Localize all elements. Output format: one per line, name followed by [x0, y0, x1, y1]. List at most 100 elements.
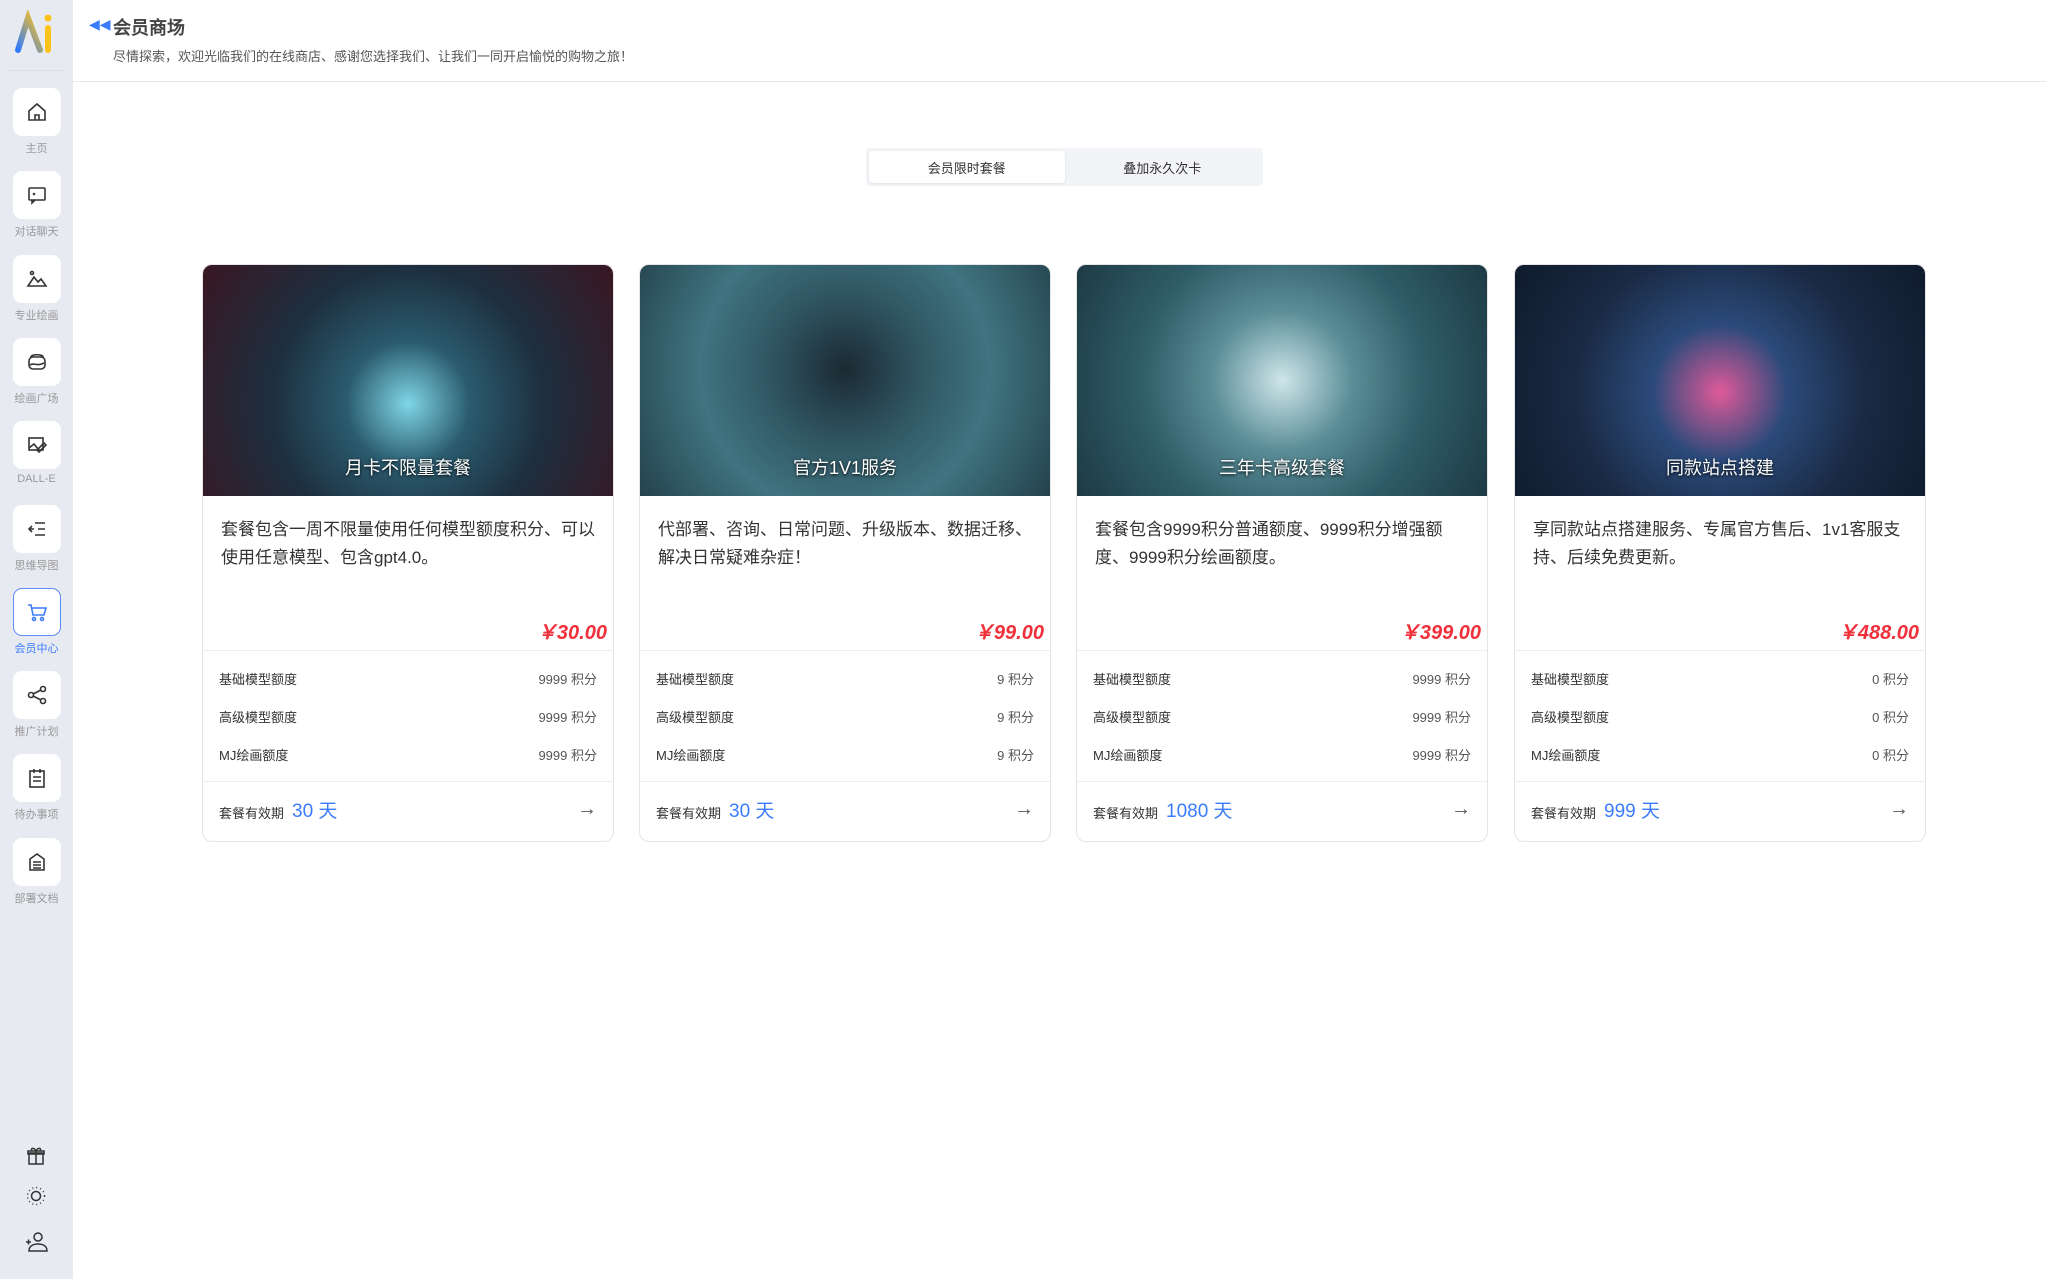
- sidebar-item-clipboard[interactable]: 待办事项: [0, 754, 73, 822]
- plan-description: 代部署、咨询、日常问题、升级版本、数据迁移、解决日常疑难杂症！: [658, 520, 1032, 567]
- sidebar-item-button[interactable]: [12, 88, 61, 136]
- chat-icon: [27, 187, 46, 206]
- user-add-icon[interactable]: [24, 1230, 48, 1254]
- mountain-icon: [26, 270, 48, 287]
- plan-card[interactable]: 官方1V1服务 代部署、咨询、日常问题、升级版本、数据迁移、解决日常疑难杂症！ …: [639, 264, 1051, 842]
- arrow-right-icon[interactable]: →: [1451, 798, 1471, 821]
- quota-label: 高级模型额度: [656, 709, 735, 725]
- plan-footer: 套餐有效期 999 天 →: [1515, 782, 1925, 836]
- sidebar-item-label: 对话聊天: [14, 226, 59, 239]
- quota-value: 9999 积分: [1412, 709, 1471, 725]
- sidebar-item-mindmap[interactable]: 思维导图: [0, 504, 73, 573]
- quota-label: 基础模型额度: [656, 671, 735, 687]
- home-icon: [27, 102, 46, 121]
- clipboard-icon: [28, 769, 45, 789]
- sidebar-item-label: 主页: [25, 143, 48, 155]
- quota-label: 基础模型额度: [1531, 671, 1610, 687]
- quota-value: 9999 积分: [538, 747, 597, 763]
- plan-price: ￥99.00: [973, 622, 1044, 644]
- quota-label: 基础模型额度: [1093, 671, 1172, 687]
- gift-icon[interactable]: [24, 1144, 48, 1168]
- arrow-right-icon[interactable]: →: [577, 798, 597, 821]
- sidebar-item-button[interactable]: [12, 254, 61, 303]
- sidebar-item-share[interactable]: 推广计划: [0, 671, 73, 739]
- quota-label: MJ绘画额度: [656, 747, 726, 763]
- plan-description: 套餐包含9999积分普通额度、9999积分增强额度、9999积分绘画额度。: [1095, 520, 1443, 567]
- validity-label: 套餐有效期: [1093, 805, 1159, 821]
- sidebar-item-label: 绘画广场: [14, 392, 59, 405]
- sidebar-item-button[interactable]: [12, 504, 61, 553]
- quota-list: 基础模型额度 0 积分 高级模型额度 0 积分 MJ绘画额度 0 积分: [1515, 650, 1925, 782]
- sidebar-item-mountain[interactable]: 专业绘画: [0, 254, 73, 323]
- quota-value: 0 积分: [1872, 709, 1909, 725]
- sidebar-item-button[interactable]: [12, 754, 61, 803]
- validity-label: 套餐有效期: [1531, 805, 1597, 821]
- sidebar-item-home[interactable]: 主页: [0, 88, 73, 156]
- plan-card[interactable]: 三年卡高级套餐 套餐包含9999积分普通额度、9999积分增强额度、9999积分…: [1076, 264, 1488, 842]
- sidebar-item-label: DALL-E: [17, 473, 56, 486]
- sidebar-item-button[interactable]: [12, 671, 61, 720]
- quota-row-basic: 基础模型额度 0 积分: [1531, 659, 1909, 697]
- plan-image: 月卡不限量套餐: [203, 265, 613, 496]
- page-title: 会员商场: [113, 18, 185, 38]
- validity-days: 1080 天: [1166, 800, 1233, 822]
- quota-label: 高级模型额度: [219, 709, 298, 725]
- quota-value: 0 积分: [1872, 671, 1909, 687]
- sidebar-item-label: 部署文档: [14, 892, 59, 905]
- quota-row-basic: 基础模型额度 9 积分: [656, 659, 1034, 697]
- plan-card[interactable]: 月卡不限量套餐 套餐包含一周不限量使用任何模型额度积分、可以使用任意模型、包含g…: [202, 264, 614, 842]
- plan-image: 官方1V1服务: [640, 265, 1050, 496]
- sidebar-item-button[interactable]: [12, 837, 61, 886]
- sidebar-item-label: 待办事项: [14, 809, 59, 822]
- plan-footer: 套餐有效期 1080 天 →: [1077, 782, 1487, 836]
- sun-icon[interactable]: [24, 1184, 48, 1208]
- sidebar-item-label: 思维导图: [14, 559, 59, 572]
- quota-value: 9 积分: [997, 747, 1034, 763]
- quota-list: 基础模型额度 9 积分 高级模型额度 9 积分 MJ绘画额度 9 积分: [640, 650, 1050, 782]
- sidebar-item-chat[interactable]: 对话聊天: [0, 171, 73, 239]
- back-icon[interactable]: ◀◀: [89, 16, 111, 33]
- quota-label: 基础模型额度: [219, 671, 298, 687]
- validity-label: 套餐有效期: [656, 805, 722, 821]
- arrow-right-icon[interactable]: →: [1014, 798, 1034, 821]
- sidebar-divider: [8, 70, 65, 71]
- arrow-right-icon[interactable]: →: [1889, 798, 1909, 821]
- quota-value: 9 积分: [997, 709, 1034, 725]
- quota-label: MJ绘画额度: [1531, 747, 1601, 763]
- plan-card[interactable]: 同款站点搭建 享同款站点搭建服务、专属官方售后、1v1客服支持、后续免费更新。 …: [1514, 264, 1926, 842]
- quota-value: 0 积分: [1872, 747, 1909, 763]
- tab-limited-plans[interactable]: 会员限时套餐: [869, 151, 1065, 183]
- quota-row-mj: MJ绘画额度 9 积分: [656, 735, 1034, 773]
- sidebar-item-document[interactable]: 部署文档: [0, 837, 73, 906]
- sidebar-item-button[interactable]: [12, 337, 61, 386]
- quota-row-advanced: 高级模型额度 0 积分: [1531, 697, 1909, 735]
- sidebar: 主页对话聊天专业绘画绘画广场 DALL-E 思维导图会员中心推广计划待办事项部署文档: [0, 0, 73, 1279]
- plan-footer: 套餐有效期 30 天 →: [203, 782, 613, 836]
- quota-label: MJ绘画额度: [1093, 747, 1163, 763]
- sidebar-item-image-edit[interactable]: DALL-E: [0, 421, 73, 485]
- plan-image: 同款站点搭建: [1515, 265, 1925, 496]
- quota-value: 9999 积分: [1412, 671, 1471, 687]
- plan-image: 三年卡高级套餐: [1077, 265, 1487, 496]
- sidebar-item-button[interactable]: [12, 171, 61, 220]
- plan-image-title: 月卡不限量套餐: [345, 458, 471, 478]
- quota-label: MJ绘画额度: [219, 747, 289, 763]
- quota-row-mj: MJ绘画额度 9999 积分: [1093, 735, 1471, 773]
- plan-image-title: 官方1V1服务: [792, 458, 898, 478]
- plan-price: ￥30.00: [536, 622, 607, 644]
- share-icon: [27, 685, 46, 705]
- quota-label: 高级模型额度: [1531, 709, 1610, 725]
- plan-description: 套餐包含一周不限量使用任何模型额度积分、可以使用任意模型、包含gpt4.0。: [221, 520, 595, 567]
- sidebar-item-button[interactable]: [12, 587, 61, 636]
- plan-tabs: 会员限时套餐 叠加永久次卡: [866, 148, 1263, 186]
- validity-label: 套餐有效期: [219, 805, 285, 821]
- sidebar-item-button[interactable]: [12, 421, 61, 470]
- plan-image-title: 同款站点搭建: [1666, 458, 1774, 478]
- cart-icon: [27, 603, 47, 622]
- plan-price: ￥399.00: [1399, 622, 1481, 644]
- tab-permanent-cards[interactable]: 叠加永久次卡: [1065, 151, 1261, 183]
- sidebar-item-gallery[interactable]: 绘画广场: [0, 337, 73, 406]
- plan-price: ￥488.00: [1837, 622, 1919, 644]
- sidebar-item-cart[interactable]: 会员中心: [0, 587, 73, 656]
- quota-label: 高级模型额度: [1093, 709, 1172, 725]
